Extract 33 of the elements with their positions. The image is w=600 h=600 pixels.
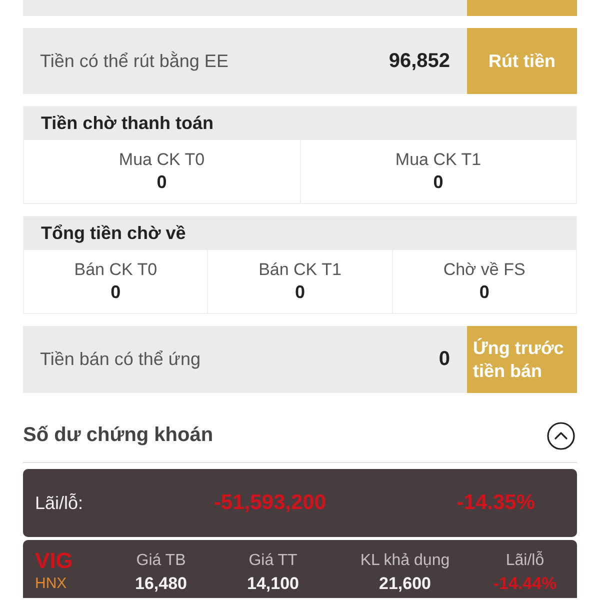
section-title: Tổng tiền chờ về bbox=[24, 217, 576, 250]
cell-label: Mua CK T1 bbox=[395, 150, 482, 170]
column-label: Giá TT bbox=[248, 550, 298, 570]
cell-label: Mua CK T0 bbox=[118, 150, 205, 170]
column-label: Giá TB bbox=[135, 550, 187, 570]
section-heading: Số dư chứng khoán bbox=[23, 424, 214, 447]
balance-value: 0 bbox=[438, 348, 451, 371]
cell-label: Bán CK T1 bbox=[258, 260, 342, 280]
column-value: -14.44% bbox=[492, 574, 558, 594]
balance-label: Tiền bán có thể ứng bbox=[39, 349, 202, 370]
column-value: 21,600 bbox=[378, 574, 432, 594]
advance-button[interactable]: Ứng trước tiền bán bbox=[467, 326, 577, 393]
chevron-circle-icon[interactable] bbox=[547, 422, 575, 450]
balance-label: Tiền có thể rút bằng EE bbox=[39, 50, 230, 72]
stock-symbol: VIG bbox=[35, 548, 74, 572]
cell-value: 0 bbox=[433, 172, 444, 193]
cell-value: 0 bbox=[294, 282, 305, 303]
cell-value: 0 bbox=[156, 172, 167, 193]
withdraw-button[interactable]: Rút tiền bbox=[467, 28, 577, 94]
cell-label: Bán CK T0 bbox=[74, 260, 158, 280]
profit-loss-label: Lãi/lỗ: bbox=[34, 492, 84, 514]
column-label: KL khả dụng bbox=[359, 550, 451, 570]
cell-label: Chờ về FS bbox=[443, 260, 526, 280]
cell-value: 0 bbox=[479, 282, 490, 303]
profit-loss-percent: -14.35% bbox=[456, 491, 536, 515]
balance-value: 96,852 bbox=[388, 50, 451, 72]
exchange-label: HNX bbox=[35, 575, 68, 593]
column-label: Lãi/lỗ bbox=[504, 550, 546, 570]
section-title: Tiền chờ thanh toán bbox=[24, 107, 576, 140]
cell-value: 0 bbox=[110, 282, 121, 303]
column-value: 14,100 bbox=[246, 574, 300, 594]
column-value: 16,480 bbox=[134, 574, 188, 594]
profit-loss-amount: -51,593,200 bbox=[212, 491, 328, 515]
